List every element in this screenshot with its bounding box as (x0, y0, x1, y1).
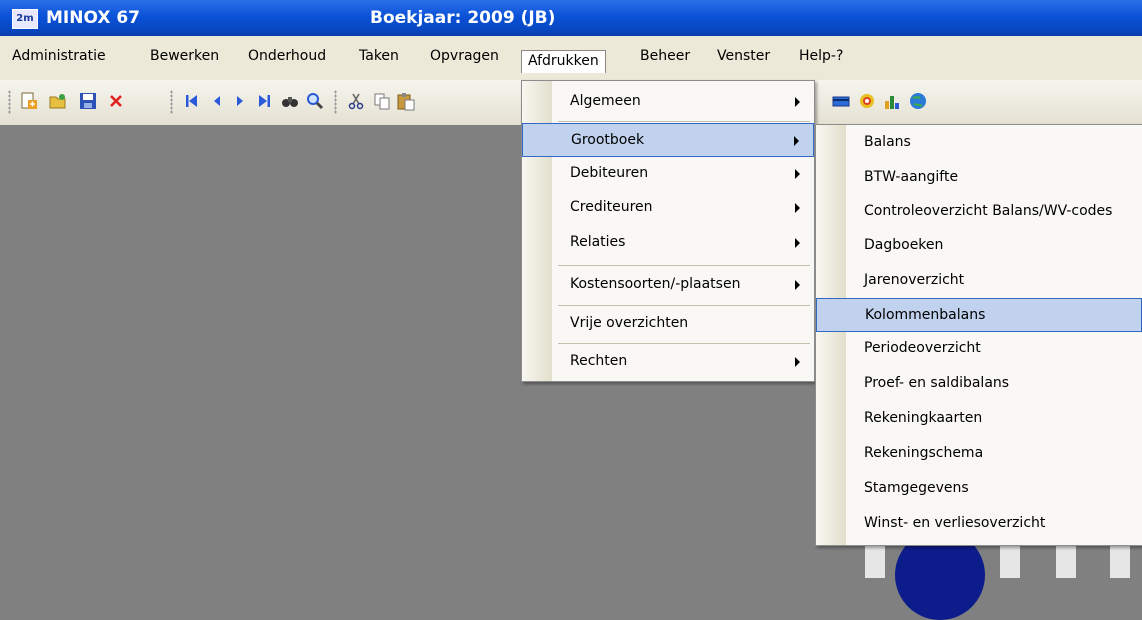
search-icon[interactable] (304, 90, 326, 112)
menu-afdrukken[interactable]: Afdrukken (521, 50, 606, 73)
next-icon[interactable] (229, 90, 251, 112)
menu-item-vrije-overzichten[interactable]: Vrije overzichten (522, 307, 814, 341)
menu-separator (558, 343, 810, 344)
submenu-item-proef-en-saldibalans[interactable]: Proef- en saldibalans (816, 367, 1142, 401)
save-icon[interactable] (77, 90, 99, 112)
submenu-arrow-icon (795, 169, 800, 179)
submenu-arrow-icon (794, 136, 799, 146)
submenu-item-dagboeken[interactable]: Dagboeken (816, 229, 1142, 263)
menu-bewerken[interactable]: Bewerken (148, 44, 221, 70)
submenu-item-balans[interactable]: Balans (816, 126, 1142, 160)
title-bar: 2m MINOX 67 Boekjaar: 2009 (JB) (0, 0, 1142, 36)
submenu-item-periodeoverzicht[interactable]: Periodeoverzicht (816, 332, 1142, 366)
menu-item-kostensoorten[interactable]: Kostensoorten/-plaatsen (522, 268, 814, 302)
menu-item-crediteuren[interactable]: Crediteuren (522, 191, 814, 225)
menu-administratie[interactable]: Administratie (10, 44, 108, 70)
open-icon[interactable] (47, 90, 69, 112)
submenu-item-jarenoverzicht[interactable]: Jarenoverzicht (816, 264, 1142, 298)
card-icon[interactable] (830, 90, 852, 112)
submenu-arrow-icon (795, 357, 800, 367)
grootboek-submenu: Balans BTW-aangifte Controleoverzicht Ba… (815, 124, 1142, 546)
menu-item-algemeen[interactable]: Algemeen (522, 85, 814, 119)
submenu-item-stamgegevens[interactable]: Stamgegevens (816, 472, 1142, 506)
submenu-arrow-icon (795, 238, 800, 248)
chart-icon[interactable] (881, 90, 903, 112)
previous-icon[interactable] (206, 90, 228, 112)
new-icon[interactable] (18, 90, 40, 112)
menu-bar: Administratie Bewerken Onderhoud Taken O… (0, 36, 1142, 81)
toolbar-separator (170, 90, 173, 114)
menu-separator (558, 265, 810, 266)
menu-separator (558, 305, 810, 306)
submenu-item-controleoverzicht[interactable]: Controleoverzicht Balans/WV-codes (816, 195, 1142, 229)
copy-icon[interactable] (371, 90, 393, 112)
submenu-item-btw-aangifte[interactable]: BTW-aangifte (816, 161, 1142, 195)
submenu-item-rekeningschema[interactable]: Rekeningschema (816, 437, 1142, 471)
menu-item-debiteuren[interactable]: Debiteuren (522, 157, 814, 191)
menu-onderhoud[interactable]: Onderhoud (246, 44, 328, 70)
menu-beheer[interactable]: Beheer (638, 44, 692, 70)
paste-icon[interactable] (395, 90, 417, 112)
globe-icon[interactable] (907, 90, 929, 112)
submenu-item-winst-en-verliesoverzicht[interactable]: Winst- en verliesoverzicht (816, 507, 1142, 541)
submenu-arrow-icon (795, 280, 800, 290)
afdrukken-menu: Algemeen Grootboek Debiteuren Crediteure… (521, 80, 815, 382)
delete-icon[interactable] (105, 90, 127, 112)
menu-help[interactable]: Help-? (797, 44, 845, 70)
toolbar-separator (334, 90, 337, 114)
toolbar-grip (8, 90, 11, 114)
last-icon[interactable] (253, 90, 275, 112)
menu-opvragen[interactable]: Opvragen (428, 44, 501, 70)
submenu-arrow-icon (795, 203, 800, 213)
settings-icon[interactable] (856, 90, 878, 112)
cut-icon[interactable] (345, 90, 367, 112)
menu-separator (558, 121, 810, 122)
menu-item-grootboek[interactable]: Grootboek (522, 123, 814, 157)
menu-item-rechten[interactable]: Rechten (522, 345, 814, 379)
submenu-item-kolommenbalans[interactable]: Kolommenbalans (816, 298, 1142, 332)
menu-item-relaties[interactable]: Relaties (522, 226, 814, 260)
submenu-item-rekeningkaarten[interactable]: Rekeningkaarten (816, 402, 1142, 436)
submenu-arrow-icon (795, 97, 800, 107)
menu-taken[interactable]: Taken (357, 44, 401, 70)
app-icon: 2m (12, 9, 38, 29)
find-icon[interactable] (279, 90, 301, 112)
app-title: MINOX 67 (46, 8, 140, 28)
fiscal-year-title: Boekjaar: 2009 (JB) (370, 8, 556, 28)
first-icon[interactable] (181, 90, 203, 112)
menu-venster[interactable]: Venster (715, 44, 772, 70)
